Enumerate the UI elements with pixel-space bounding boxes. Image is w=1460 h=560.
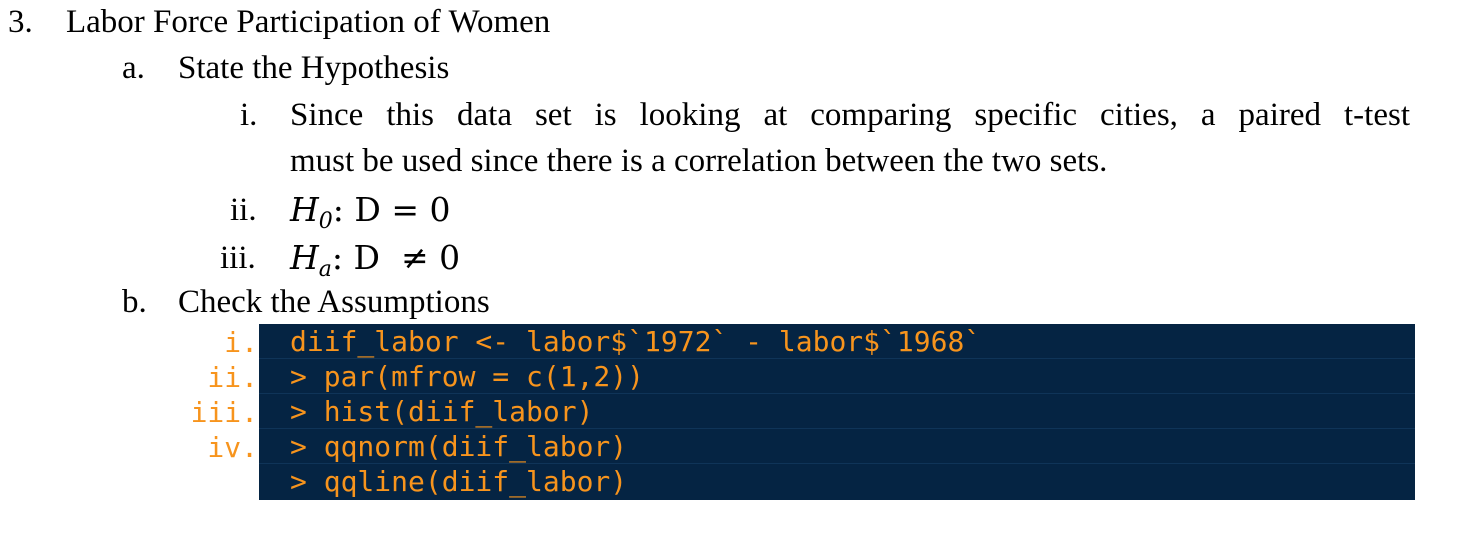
code-line: > par(mfrow = c(1,2)) bbox=[259, 359, 1415, 394]
alternative-hypothesis-subscript: a bbox=[318, 257, 332, 282]
item-i-line1: Since this data set is looking at compar… bbox=[290, 97, 1410, 133]
code-line-text: diif_labor <- labor$`1972` - labor$`1968… bbox=[290, 325, 982, 358]
code-line-text: > par(mfrow = c(1,2)) bbox=[290, 360, 645, 393]
item-ii-marker: ii. bbox=[230, 192, 257, 228]
alternative-hypothesis-symbol: H bbox=[290, 238, 319, 277]
code-line-text: > hist(diif_labor) bbox=[290, 395, 594, 428]
code-marker-iii: iii. bbox=[190, 396, 258, 429]
code-line: > qqnorm(diif_labor) bbox=[259, 429, 1415, 464]
alternative-hypothesis-equation: Ha: D ≠ 0 bbox=[290, 238, 460, 283]
null-hypothesis-rest: : D = 0 bbox=[332, 190, 451, 229]
code-line: > hist(diif_labor) bbox=[259, 394, 1415, 429]
null-hypothesis-equation: H0: D = 0 bbox=[290, 190, 450, 235]
code-marker-iv: iv. bbox=[207, 431, 258, 464]
item-i-line2: must be used since there is a correlatio… bbox=[290, 143, 1108, 179]
null-hypothesis-symbol: H bbox=[290, 190, 319, 229]
subsection-a-marker: a. bbox=[122, 50, 145, 86]
code-line-text: > qqline(diif_labor) bbox=[290, 465, 628, 498]
page-title: Labor Force Participation of Women bbox=[66, 4, 551, 40]
subsection-b-marker: b. bbox=[122, 284, 147, 320]
subsection-b-title: Check the Assumptions bbox=[178, 284, 490, 320]
code-line: diif_labor <- labor$`1972` - labor$`1968… bbox=[259, 324, 1415, 359]
code-line: > qqline(diif_labor) bbox=[259, 464, 1415, 498]
alternative-hypothesis-rest: : D ≠ 0 bbox=[331, 238, 461, 277]
code-line-text: > qqnorm(diif_labor) bbox=[290, 430, 628, 463]
code-block: diif_labor <- labor$`1972` - labor$`1968… bbox=[259, 324, 1415, 500]
section-number: 3. bbox=[8, 4, 33, 40]
item-i-marker: i. bbox=[240, 97, 258, 133]
subsection-a-title: State the Hypothesis bbox=[178, 50, 450, 86]
item-iii-marker: iii. bbox=[220, 240, 256, 276]
null-hypothesis-subscript: 0 bbox=[318, 209, 333, 234]
code-marker-ii: ii. bbox=[207, 361, 258, 394]
code-marker-i: i. bbox=[224, 326, 258, 359]
